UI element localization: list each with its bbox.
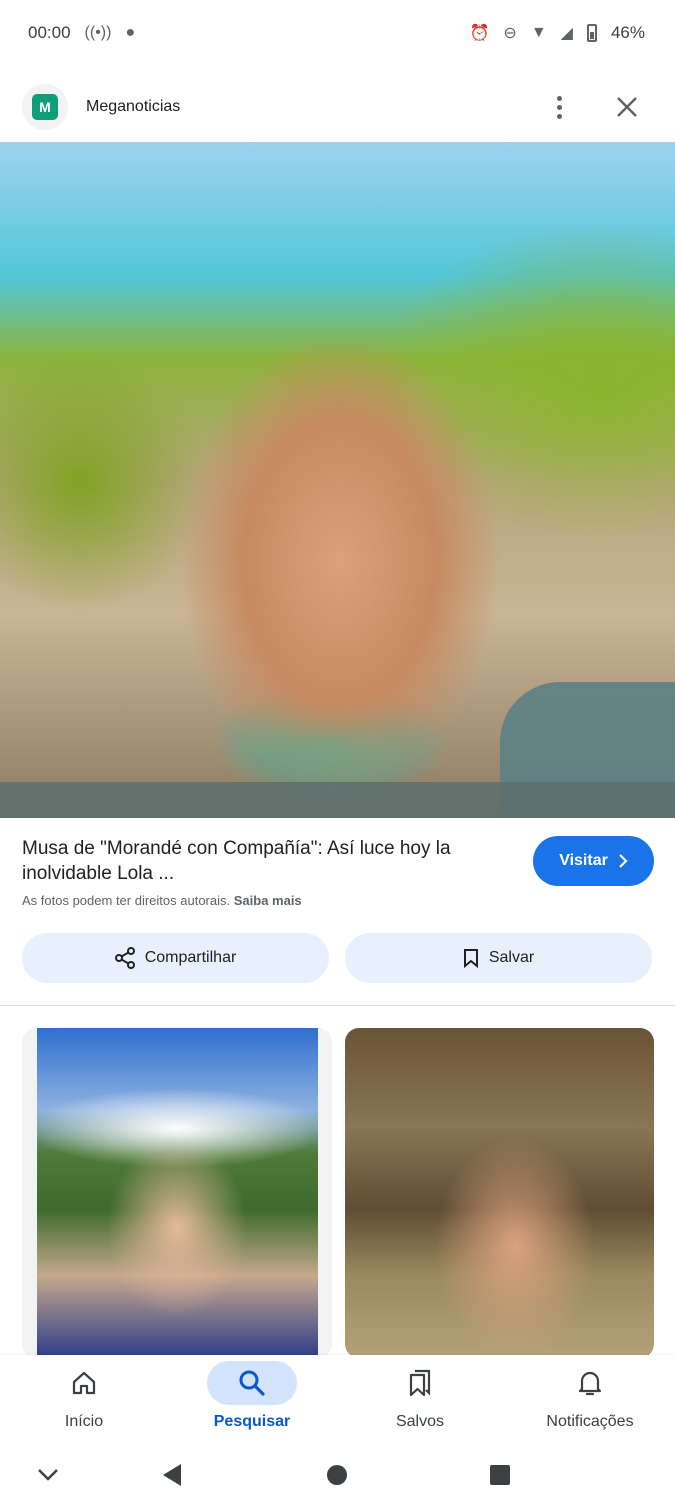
- save-label: Salvar: [488, 949, 535, 966]
- wifi-icon: ▼: [530, 24, 547, 41]
- divider: [0, 1005, 675, 1006]
- home-button[interactable]: [317, 1455, 357, 1495]
- search-icon: [207, 1361, 297, 1405]
- related-image-1-photo: [37, 1028, 318, 1358]
- more-options-button[interactable]: [537, 85, 581, 129]
- save-button[interactable]: Salvar: [345, 933, 652, 983]
- chevron-right-icon: [619, 854, 628, 868]
- back-icon: [163, 1464, 181, 1486]
- nav-search[interactable]: Pesquisar: [168, 1361, 336, 1441]
- learn-more-link[interactable]: Saiba mais: [234, 893, 302, 908]
- status-time: 00:00: [28, 23, 71, 42]
- result-title[interactable]: Musa de "Morandé con Compañía": Así luce…: [22, 836, 492, 886]
- battery-percent: 46%: [610, 23, 645, 42]
- recents-icon: [490, 1465, 510, 1485]
- source-header: M Meganoticias: [0, 80, 675, 134]
- site-logo[interactable]: M: [22, 84, 68, 130]
- status-bar: 00:00 ((•)) ● ⏰ ⊖ ▼ ◢ 46%: [0, 0, 675, 66]
- share-button[interactable]: Compartilhar: [22, 933, 329, 983]
- bookmarks-icon: [375, 1361, 465, 1405]
- chevron-down-icon: [38, 1469, 58, 1481]
- nav-notifications[interactable]: Notificações: [506, 1361, 674, 1441]
- nav-saved-label: Salvos: [395, 1413, 445, 1430]
- screen: { "status_bar": { "time": "00:00", "batt…: [0, 0, 675, 1500]
- home-circle-icon: [327, 1465, 347, 1485]
- visit-label: Visitar: [559, 852, 608, 869]
- close-icon: [617, 97, 637, 117]
- collapse-button[interactable]: [28, 1455, 68, 1495]
- nav-saved[interactable]: Salvos: [336, 1361, 504, 1441]
- bottom-navigation: Início Pesquisar Salvos Notificações: [0, 1355, 675, 1450]
- site-logo-icon: M: [32, 94, 58, 120]
- system-navigation: [0, 1450, 675, 1500]
- alarm-icon: ⏰: [469, 25, 490, 42]
- signal-icon: ◢: [560, 25, 573, 42]
- copyright-notice: As fotos podem ter direitos autorais. Sa…: [22, 893, 302, 908]
- radio-icon: ((•)): [84, 24, 112, 41]
- site-name[interactable]: Meganoticias: [86, 98, 537, 116]
- copyright-text: As fotos podem ter direitos autorais.: [22, 893, 231, 908]
- image-seat-area: [0, 782, 675, 818]
- nav-search-label: Pesquisar: [213, 1413, 291, 1430]
- related-image-2[interactable]: [345, 1028, 654, 1358]
- battery-icon: [586, 24, 597, 42]
- assistant-icon: ●: [125, 24, 136, 41]
- bookmark-icon: [463, 949, 478, 968]
- nav-notifications-label: Notificações: [546, 1413, 634, 1430]
- share-label: Compartilhar: [144, 949, 237, 966]
- more-vert-icon: [556, 95, 562, 119]
- recents-button[interactable]: [480, 1455, 520, 1495]
- share-icon: [114, 947, 135, 969]
- nav-home[interactable]: Início: [0, 1361, 168, 1441]
- close-button[interactable]: [605, 85, 649, 129]
- main-image[interactable]: [0, 142, 675, 818]
- related-image-1[interactable]: [22, 1028, 332, 1358]
- dnd-icon: ⊖: [503, 25, 517, 42]
- nav-home-label: Início: [64, 1413, 104, 1430]
- bell-icon: [545, 1361, 635, 1405]
- visit-button[interactable]: Visitar: [533, 836, 654, 886]
- back-button[interactable]: [152, 1455, 192, 1495]
- home-icon: [39, 1361, 129, 1405]
